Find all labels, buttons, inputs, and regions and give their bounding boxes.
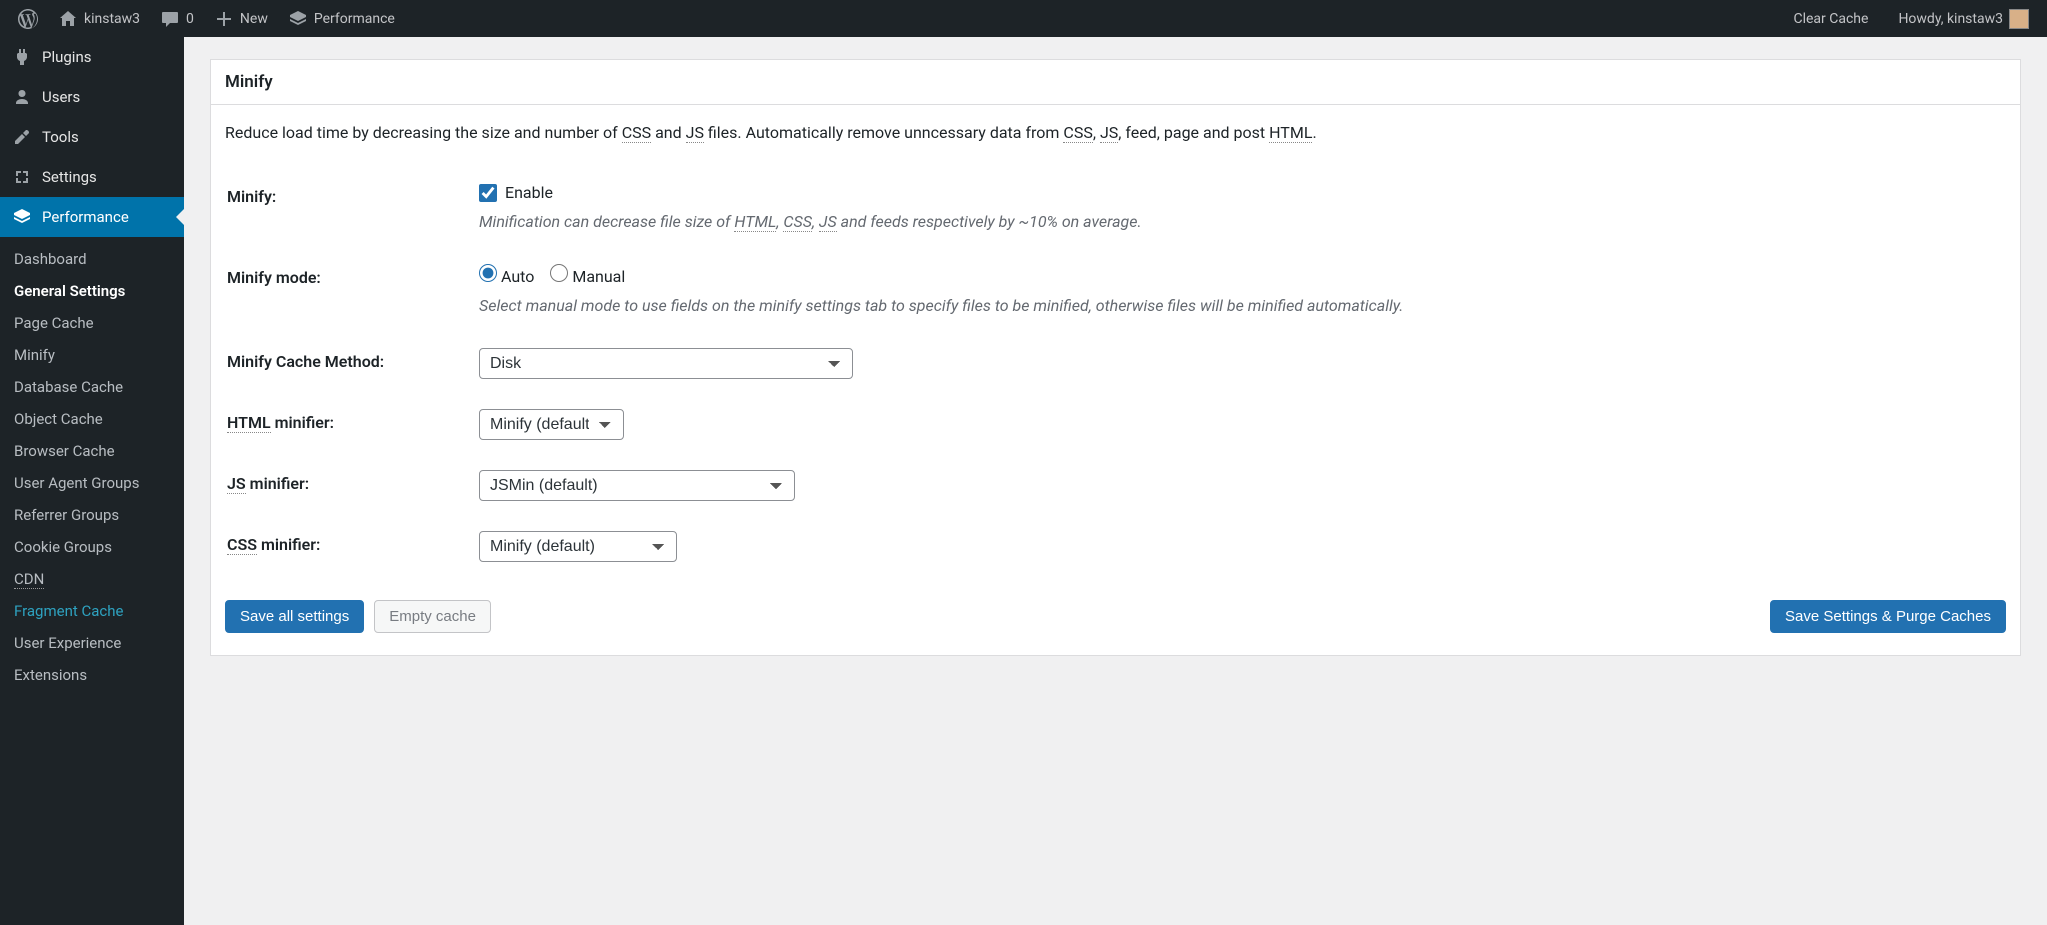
js-minifier-label: JS minifier: bbox=[227, 456, 477, 515]
menu-settings[interactable]: Settings bbox=[0, 157, 184, 197]
submenu-dashboard[interactable]: Dashboard bbox=[0, 243, 184, 275]
html-minifier-select[interactable]: Minify (default) bbox=[479, 409, 624, 440]
panel-title: Minify bbox=[211, 60, 2020, 105]
comment-icon bbox=[160, 9, 180, 29]
minify-desc: Minification can decrease file size of H… bbox=[479, 210, 2004, 234]
submenu-general-settings[interactable]: General Settings bbox=[0, 275, 184, 307]
mode-auto-radio[interactable] bbox=[479, 264, 497, 282]
submenu-minify[interactable]: Minify bbox=[0, 339, 184, 371]
performance-icon bbox=[12, 207, 32, 227]
comments-count: 0 bbox=[186, 11, 194, 27]
css-minifier-label: CSS minifier: bbox=[227, 517, 477, 576]
menu-performance[interactable]: Performance bbox=[0, 197, 184, 237]
minify-enable-label[interactable]: Enable bbox=[479, 183, 2004, 202]
submenu-object-cache[interactable]: Object Cache bbox=[0, 403, 184, 435]
minify-label: Minify: bbox=[227, 169, 477, 248]
performance-submenu: Dashboard General Settings Page Cache Mi… bbox=[0, 237, 184, 697]
js-minifier-select[interactable]: JSMin (default) bbox=[479, 470, 795, 501]
empty-cache-button[interactable]: Empty cache bbox=[374, 600, 491, 633]
plus-icon bbox=[214, 9, 234, 29]
performance-toolbar-link[interactable]: Performance bbox=[282, 9, 401, 29]
submenu-database-cache[interactable]: Database Cache bbox=[0, 371, 184, 403]
wordpress-icon bbox=[18, 9, 38, 29]
submenu-user-agent-groups[interactable]: User Agent Groups bbox=[0, 467, 184, 499]
cache-method-label: Minify Cache Method: bbox=[227, 334, 477, 393]
admin-sidebar: Plugins Users Tools Settings Performance… bbox=[0, 37, 184, 925]
howdy-text: Howdy, kinstaw3 bbox=[1898, 11, 2003, 27]
new-label: New bbox=[240, 11, 268, 27]
save-all-button[interactable]: Save all settings bbox=[225, 600, 364, 633]
wp-logo[interactable] bbox=[12, 9, 44, 29]
save-purge-button[interactable]: Save Settings & Purge Caches bbox=[1770, 600, 2006, 633]
clear-cache-link[interactable]: Clear Cache bbox=[1787, 11, 1874, 27]
submenu-fragment-cache[interactable]: Fragment Cache bbox=[0, 595, 184, 627]
submenu-browser-cache[interactable]: Browser Cache bbox=[0, 435, 184, 467]
intro-text: Reduce load time by decreasing the size … bbox=[225, 121, 2006, 145]
submenu-referrer-groups[interactable]: Referrer Groups bbox=[0, 499, 184, 531]
settings-icon bbox=[12, 167, 32, 187]
submenu-extensions[interactable]: Extensions bbox=[0, 659, 184, 691]
submenu-cdn[interactable]: CDN bbox=[0, 563, 184, 595]
submenu-user-experience[interactable]: User Experience bbox=[0, 627, 184, 659]
account-link[interactable]: Howdy, kinstaw3 bbox=[1892, 9, 2035, 29]
submenu-page-cache[interactable]: Page Cache bbox=[0, 307, 184, 339]
home-icon bbox=[58, 9, 78, 29]
tools-icon bbox=[12, 127, 32, 147]
avatar bbox=[2009, 9, 2029, 29]
submenu-cookie-groups[interactable]: Cookie Groups bbox=[0, 531, 184, 563]
mode-desc: Select manual mode to use fields on the … bbox=[479, 294, 2004, 318]
mode-manual-radio[interactable] bbox=[550, 264, 568, 282]
plugins-icon bbox=[12, 47, 32, 67]
action-buttons: Save all settings Empty cache Save Setti… bbox=[225, 600, 2006, 633]
users-icon bbox=[12, 87, 32, 107]
cache-method-select[interactable]: Disk bbox=[479, 348, 853, 379]
menu-users[interactable]: Users bbox=[0, 77, 184, 117]
minify-mode-label: Minify mode: bbox=[227, 250, 477, 332]
performance-toolbar-icon bbox=[288, 9, 308, 29]
mode-auto-label[interactable]: Auto bbox=[479, 267, 534, 286]
new-link[interactable]: New bbox=[208, 9, 274, 29]
html-minifier-label: HTML minifier: bbox=[227, 395, 477, 454]
css-minifier-select[interactable]: Minify (default) bbox=[479, 531, 677, 562]
content-area: Minify Reduce load time by decreasing th… bbox=[184, 37, 2047, 678]
site-name-link[interactable]: kinstaw3 bbox=[52, 9, 146, 29]
admin-bar: kinstaw3 0 New Performance Clear Cache H… bbox=[0, 0, 2047, 37]
menu-tools[interactable]: Tools bbox=[0, 117, 184, 157]
minify-panel: Minify Reduce load time by decreasing th… bbox=[210, 59, 2021, 656]
comments-link[interactable]: 0 bbox=[154, 9, 200, 29]
mode-manual-label[interactable]: Manual bbox=[550, 267, 625, 286]
site-name: kinstaw3 bbox=[84, 11, 140, 27]
menu-plugins[interactable]: Plugins bbox=[0, 37, 184, 77]
performance-toolbar-label: Performance bbox=[314, 11, 395, 27]
minify-enable-checkbox[interactable] bbox=[479, 184, 497, 202]
